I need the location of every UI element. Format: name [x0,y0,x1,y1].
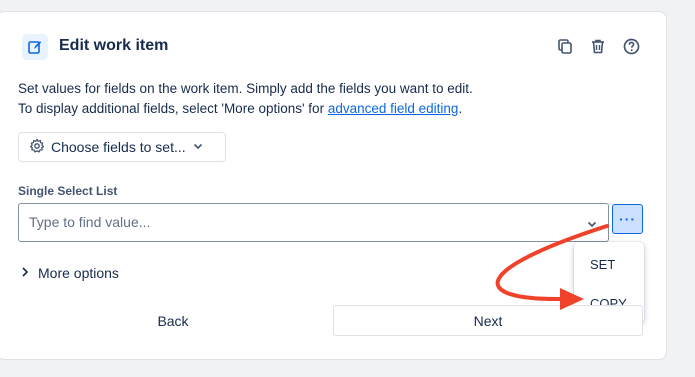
single-select-search-input[interactable] [27,213,551,231]
trash-icon[interactable] [588,36,608,56]
edit-icon [22,34,48,60]
duplicate-icon[interactable] [555,36,575,56]
chevron-right-icon [20,265,30,281]
more-options-label: More options [38,265,119,281]
menu-item-set[interactable]: SET [590,257,615,272]
description-line-2-suffix: . [458,101,463,116]
chevron-down-icon [192,139,204,155]
choose-fields-label: Choose fields to set... [51,139,186,155]
single-select-list-field[interactable] [18,203,609,242]
gear-icon [29,138,45,157]
description-line-1: Set values for fields on the work item. … [18,81,473,96]
chevron-down-icon[interactable] [586,217,598,235]
description-line-2-prefix: To display additional fields, select 'Mo… [18,101,328,116]
help-icon[interactable] [621,36,641,56]
more-options-toggle[interactable]: More options [20,265,119,281]
field-more-actions-button[interactable]: ··· [612,204,643,234]
choose-fields-button[interactable]: Choose fields to set... [18,132,226,162]
single-select-list-label: Single Select List [18,184,118,198]
advanced-field-editing-link[interactable]: advanced field editing [328,101,459,116]
back-button[interactable]: Back [18,305,328,336]
next-button[interactable]: Next [333,305,643,336]
page-title: Edit work item [59,37,169,54]
description: Set values for fields on the work item. … [18,79,578,119]
description-line-2: To display additional fields, select 'Mo… [18,99,578,119]
